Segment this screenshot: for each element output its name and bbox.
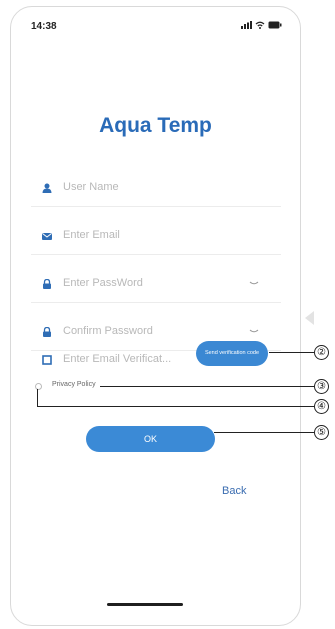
callout-3: ③ bbox=[314, 379, 329, 394]
status-bar: 14:38 bbox=[11, 7, 300, 37]
phone-frame: 14:38 Aqua Temp User Name Enter Email En… bbox=[10, 6, 301, 626]
left-arrow-icon bbox=[305, 311, 314, 325]
home-indicator bbox=[107, 603, 183, 606]
app-title: Aqua Temp bbox=[99, 114, 212, 137]
send-code-button[interactable]: Send verification code bbox=[196, 341, 268, 366]
privacy-policy-link[interactable]: Privacy Policy bbox=[52, 381, 96, 388]
ok-button[interactable]: OK bbox=[86, 426, 215, 452]
callout-line-3 bbox=[100, 386, 314, 387]
battery-icon bbox=[268, 21, 282, 29]
checkbox-icon bbox=[42, 355, 52, 365]
callout-line-5 bbox=[214, 432, 314, 433]
wifi-icon bbox=[255, 21, 265, 29]
lock-icon bbox=[43, 327, 51, 337]
lock-icon bbox=[43, 279, 51, 289]
email-icon bbox=[42, 233, 52, 240]
eye-closed-icon[interactable] bbox=[249, 281, 259, 286]
callout-4: ④ bbox=[314, 399, 329, 414]
email-placeholder: Enter Email bbox=[63, 229, 120, 241]
back-link[interactable]: Back bbox=[222, 485, 246, 497]
user-icon bbox=[42, 183, 52, 193]
user-name-field[interactable]: User Name bbox=[31, 169, 281, 207]
eye-closed-icon[interactable] bbox=[249, 329, 259, 334]
callout-5: ⑤ bbox=[314, 425, 329, 440]
callout-line-4 bbox=[37, 406, 314, 407]
callout-2: ② bbox=[314, 345, 329, 360]
signal-icon bbox=[241, 21, 252, 29]
password-placeholder: Enter PassWord bbox=[63, 277, 143, 289]
status-icons bbox=[241, 21, 282, 29]
email-field[interactable]: Enter Email bbox=[31, 217, 281, 255]
confirm-password-placeholder: Confirm Password bbox=[63, 325, 153, 337]
status-time: 14:38 bbox=[31, 21, 57, 32]
user-name-placeholder: User Name bbox=[63, 181, 119, 193]
callout-line-2 bbox=[269, 352, 314, 353]
password-field[interactable]: Enter PassWord bbox=[31, 265, 281, 303]
callout-line-4-vertical bbox=[37, 389, 38, 406]
verification-placeholder: Enter Email Verificat... bbox=[63, 353, 172, 365]
